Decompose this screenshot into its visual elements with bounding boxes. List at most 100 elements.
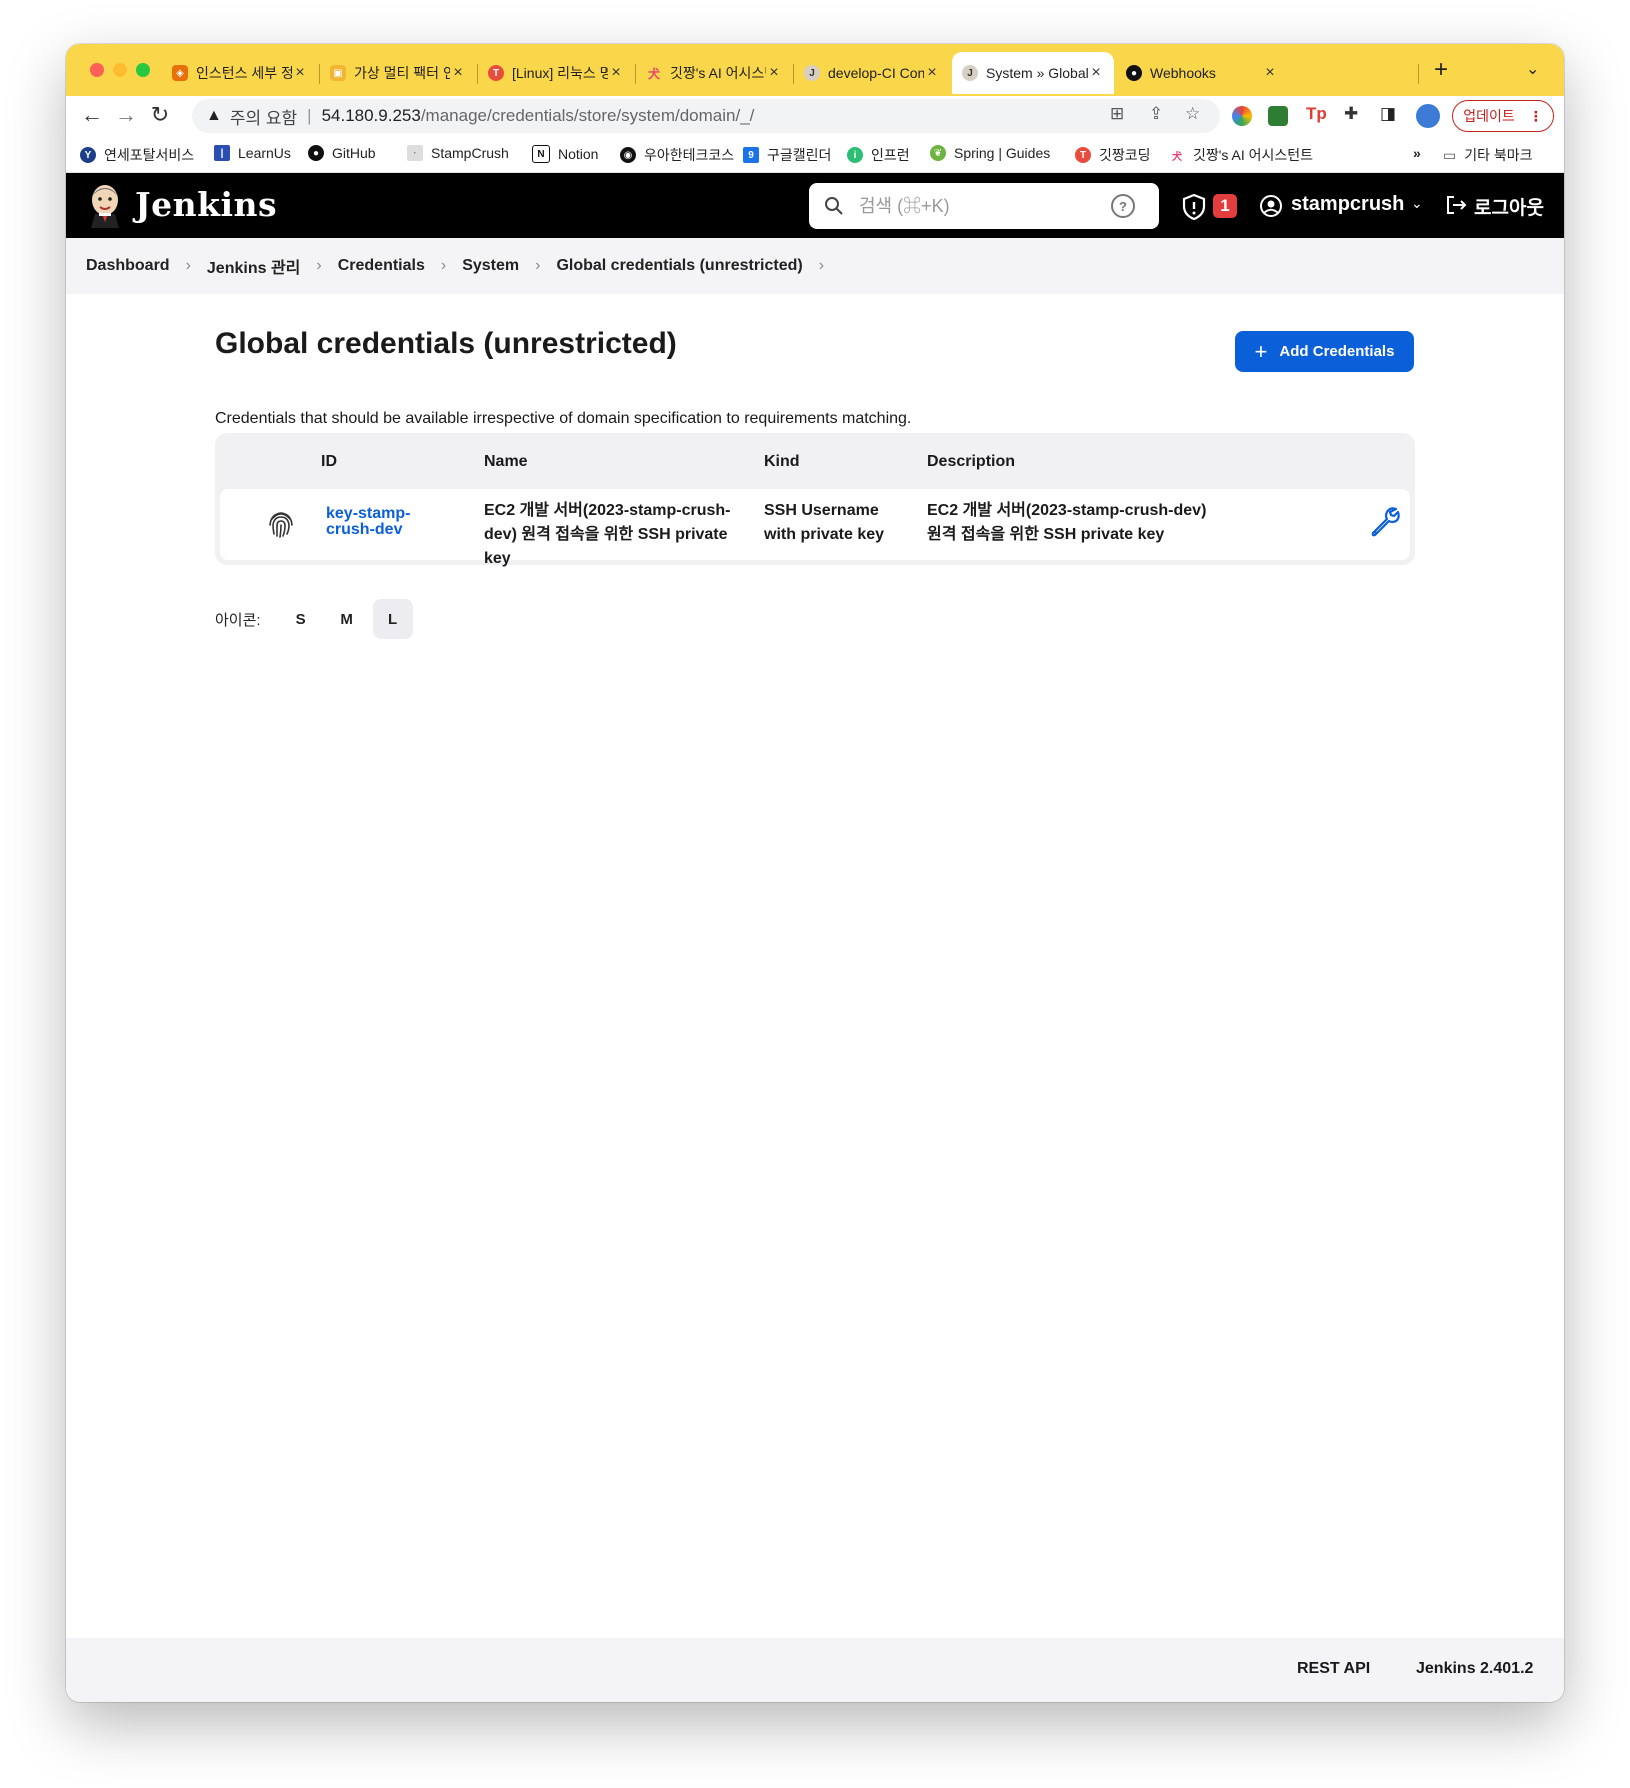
alert-count-badge[interactable]: 1 (1213, 194, 1237, 218)
zoom-window-button[interactable] (136, 63, 150, 77)
tab-close-icon[interactable]: × (450, 64, 466, 82)
extension-color-icon[interactable] (1232, 106, 1252, 126)
rest-api-link[interactable]: REST API (1297, 1660, 1370, 1678)
bookmark-item[interactable]: ● GitHub (308, 145, 376, 161)
close-window-button[interactable] (90, 63, 104, 77)
tab-close-icon[interactable]: × (292, 64, 308, 82)
browser-tab-3[interactable]: 犬 깃짱's AI 어시스턴트 × (636, 52, 792, 94)
bookmark-item[interactable]: | LearnUs (214, 145, 291, 161)
extension-tp-icon[interactable]: Tp (1306, 104, 1327, 124)
bookmark-item[interactable]: i 인프런 (847, 145, 910, 165)
jenkins-version-link[interactable]: Jenkins 2.401.2 (1416, 1660, 1533, 1678)
browser-toolbar: ← → ↻ ▲ 주의 요함 | 54.180.9.253/manage/cred… (66, 96, 1564, 136)
bookmarks-overflow-button[interactable]: » (1413, 145, 1421, 161)
profile-avatar[interactable] (1416, 104, 1440, 128)
bookmark-favicon-icon: Y (80, 147, 96, 163)
search-help-icon[interactable]: ? (1111, 194, 1135, 218)
calendar-icon: 9 (743, 147, 759, 163)
translate-icon[interactable]: ⊞ (1110, 104, 1124, 124)
logout-link[interactable]: 로그아웃 (1474, 193, 1544, 220)
update-button[interactable]: 업데이트 ⋮ (1452, 100, 1554, 132)
side-panel-icon[interactable]: ◨ (1380, 104, 1396, 124)
plus-icon: + (1254, 338, 1268, 364)
icon-size-l[interactable]: L (372, 599, 413, 639)
credential-id-link[interactable]: key-stamp-crush-dev (326, 506, 436, 538)
breadcrumb-credentials[interactable]: Credentials (338, 257, 425, 275)
jenkins-brand[interactable]: Jenkins (135, 185, 277, 224)
extensions-puzzle-icon[interactable]: ✚ (1344, 104, 1358, 124)
browser-tab-6[interactable]: ● Webhooks × (1116, 52, 1288, 94)
warning-icon: ▲ (206, 107, 222, 124)
tab-title: 인스턴스 세부 정보 (196, 65, 292, 81)
browser-tab-0[interactable]: ◈ 인스턴스 세부 정보 × (162, 52, 318, 94)
chevron-down-icon[interactable]: ⌄ (1411, 195, 1423, 212)
bookmark-star-icon[interactable]: ☆ (1185, 104, 1200, 124)
spring-icon: ❦ (930, 145, 946, 161)
back-button[interactable]: ← (78, 102, 106, 128)
address-bar[interactable]: ▲ 주의 요함 | 54.180.9.253/manage/credential… (192, 99, 1220, 133)
reload-button[interactable]: ↻ (146, 102, 174, 128)
breadcrumb-global-credentials[interactable]: Global credentials (unrestricted) (556, 257, 802, 275)
fingerprint-icon (269, 512, 293, 538)
bookmark-item[interactable]: Y 연세포탈서비스 (80, 145, 194, 165)
bookmark-item[interactable]: N Notion (532, 145, 598, 163)
security-shield-icon[interactable] (1181, 193, 1207, 221)
bookmark-item[interactable]: T 깃짱코딩 (1075, 145, 1151, 165)
forward-button[interactable]: → (112, 102, 140, 128)
user-menu-link[interactable]: stampcrush (1291, 193, 1404, 216)
bookmark-item[interactable]: 9 구글캘린더 (743, 145, 831, 165)
breadcrumb-manage-jenkins[interactable]: Jenkins 관리 (207, 254, 300, 278)
page-title: Global credentials (unrestricted) (215, 327, 677, 360)
jenkins-logo-icon[interactable] (86, 182, 124, 228)
icon-size-s[interactable]: S (281, 599, 321, 639)
credential-name: EC2 개발 서버(2023-stamp-crush-dev) 원격 접속을 위… (484, 502, 731, 567)
notion-icon: N (532, 145, 550, 163)
user-icon[interactable] (1259, 194, 1283, 218)
browser-tab-1[interactable]: ▣ 가상 멀티 팩터 인증 × (320, 52, 476, 94)
more-menu-icon: ⋮ (1528, 107, 1543, 124)
footer: REST API Jenkins 2.401.2 (66, 1638, 1564, 1702)
add-credentials-button[interactable]: + Add Credentials (1235, 331, 1414, 372)
browser-tab-active[interactable]: J System » Global × (952, 52, 1114, 94)
breadcrumb-system[interactable]: System (462, 257, 519, 275)
tab-title: 가상 멀티 팩터 인증 (354, 65, 450, 81)
tab-close-icon[interactable]: × (608, 64, 624, 82)
bookmark-item[interactable]: 犬 깃짱's AI 어시스턴트 (1169, 145, 1313, 165)
wrench-icon[interactable] (1367, 503, 1403, 539)
extension-sheet-icon[interactable] (1268, 106, 1288, 126)
other-bookmarks-folder[interactable]: ▭ 기타 북마크 (1443, 145, 1533, 165)
icon-size-m[interactable]: M (327, 599, 367, 639)
tab-close-icon[interactable]: × (924, 64, 940, 82)
bookmark-favicon-icon: · (407, 145, 423, 161)
domain-description: Credentials that should be available irr… (215, 410, 912, 427)
tab-search-button[interactable]: ⌄ (1526, 59, 1539, 79)
add-credentials-label: Add Credentials (1279, 343, 1395, 360)
tab-close-icon[interactable]: × (1262, 64, 1278, 82)
logout-icon[interactable] (1444, 193, 1468, 217)
bookmark-item[interactable]: ❦ Spring | Guides (930, 145, 1050, 161)
chevron-right-icon[interactable]: › (819, 257, 824, 275)
search-box[interactable]: ? (809, 183, 1159, 229)
browser-tab-4[interactable]: J develop-CI Config × (794, 52, 950, 94)
column-header-kind[interactable]: Kind (764, 453, 800, 471)
new-tab-button[interactable]: + (1434, 56, 1448, 84)
tab-title: System » Global (986, 65, 1088, 81)
github-favicon-icon: ● (1126, 65, 1142, 81)
jenkins-header: Jenkins ? 1 stampcrush ⌄ 로그아웃 (66, 173, 1564, 238)
column-header-id[interactable]: ID (321, 453, 337, 471)
credential-description: EC2 개발 서버(2023-stamp-crush-dev) 원격 접속을 위… (927, 502, 1207, 543)
breadcrumb-dashboard[interactable]: Dashboard (86, 257, 170, 275)
column-header-name[interactable]: Name (484, 453, 528, 471)
minimize-window-button[interactable] (113, 63, 127, 77)
tab-close-icon[interactable]: × (1088, 64, 1104, 82)
column-header-description[interactable]: Description (927, 453, 1015, 471)
chevron-right-icon: › (316, 257, 322, 274)
browser-tab-2[interactable]: T [Linux] 리눅스 명령 × (478, 52, 634, 94)
search-input[interactable] (857, 194, 1111, 218)
share-icon[interactable]: ⇪ (1149, 104, 1163, 124)
bookmark-item[interactable]: ◉ 우아한테크코스 (620, 145, 734, 165)
bookmark-favicon-icon: T (1075, 147, 1091, 163)
tab-title: 깃짱's AI 어시스턴트 (670, 65, 766, 81)
tab-close-icon[interactable]: × (766, 64, 782, 82)
bookmark-item[interactable]: · StampCrush (407, 145, 509, 161)
